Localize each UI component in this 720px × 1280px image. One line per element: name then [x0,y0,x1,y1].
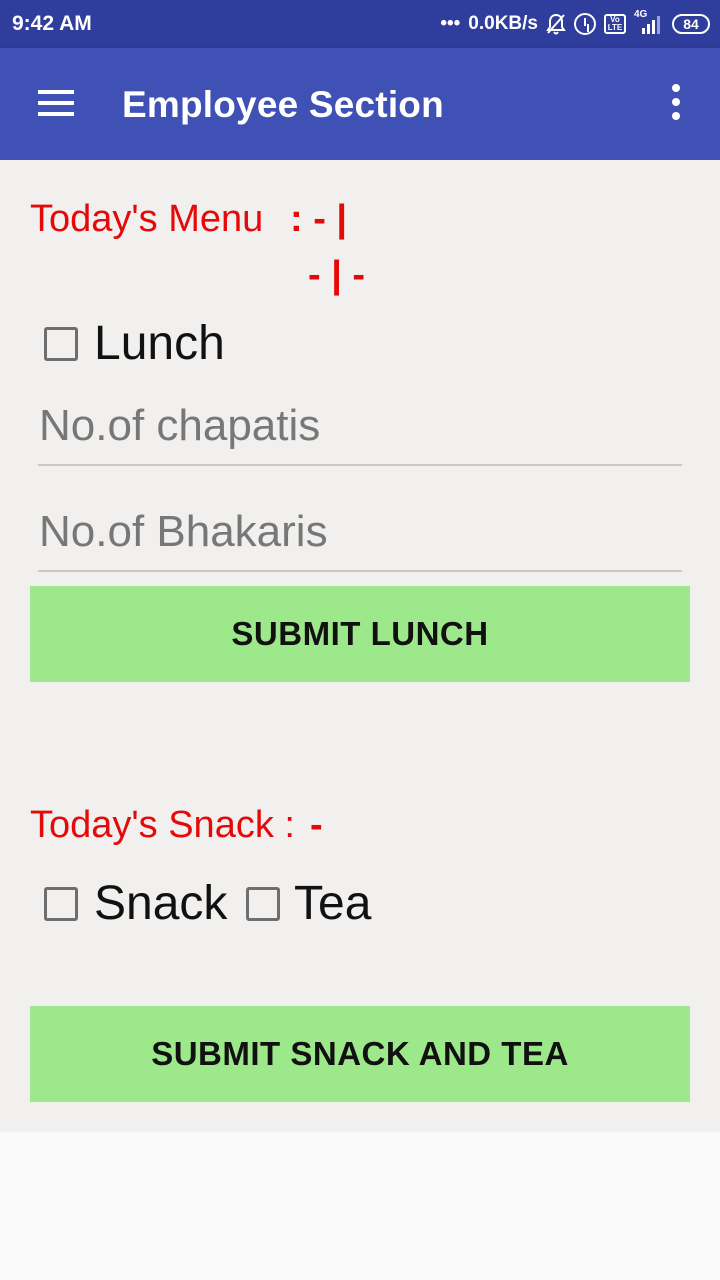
todays-menu-label: Today's Menu [30,198,264,240]
alarm-clock-icon [574,13,596,35]
tea-checkbox-row[interactable]: Tea [246,876,371,931]
bhakaris-input[interactable] [38,502,683,562]
app-bar: Employee Section [0,48,720,160]
network-speed: 0.0KB/s [468,13,538,34]
snack-checkbox-row[interactable]: Snack [44,876,227,931]
submit-lunch-button[interactable]: SUBMIT LUNCH [30,586,690,682]
tea-checkbox[interactable] [246,886,280,921]
todays-snack-value: - [310,804,323,846]
lunch-checkbox[interactable] [44,326,78,361]
snack-checkbox[interactable] [44,886,78,921]
snack-label: Snack [94,877,228,930]
status-bar: 9:42 AM ••• 0.0KB/s Vo LTE 4G 84 [0,0,720,48]
more-dots-icon: ••• [440,13,461,34]
bhakaris-field[interactable] [38,498,683,572]
lunch-checkbox-row[interactable]: Lunch [44,316,225,371]
volte-icon: Vo LTE [604,14,626,34]
app-title: Employee Section [122,84,444,125]
battery-icon: 84 [672,14,710,34]
tea-label: Tea [294,877,372,930]
status-time: 9:42 AM [12,12,92,35]
signal-icon: 4G [634,9,664,35]
todays-menu-value-line2: - | - [308,254,366,296]
todays-snack-label: Today's Snack : [30,804,295,846]
content: Today's Menu : - | - | - Lunch SUBMIT LU… [0,160,720,1132]
hamburger-menu-icon[interactable] [36,88,76,118]
lunch-label: Lunch [94,317,225,370]
status-icons: ••• 0.0KB/s Vo LTE 4G 84 [440,9,710,38]
chapatis-field[interactable] [38,392,683,466]
muted-bell-icon [546,13,566,35]
submit-snack-tea-button[interactable]: SUBMIT SNACK AND TEA [30,1006,690,1102]
more-vert-icon[interactable] [666,84,686,124]
todays-menu-value-line1: : - | [290,198,348,240]
chapatis-input[interactable] [38,396,683,456]
